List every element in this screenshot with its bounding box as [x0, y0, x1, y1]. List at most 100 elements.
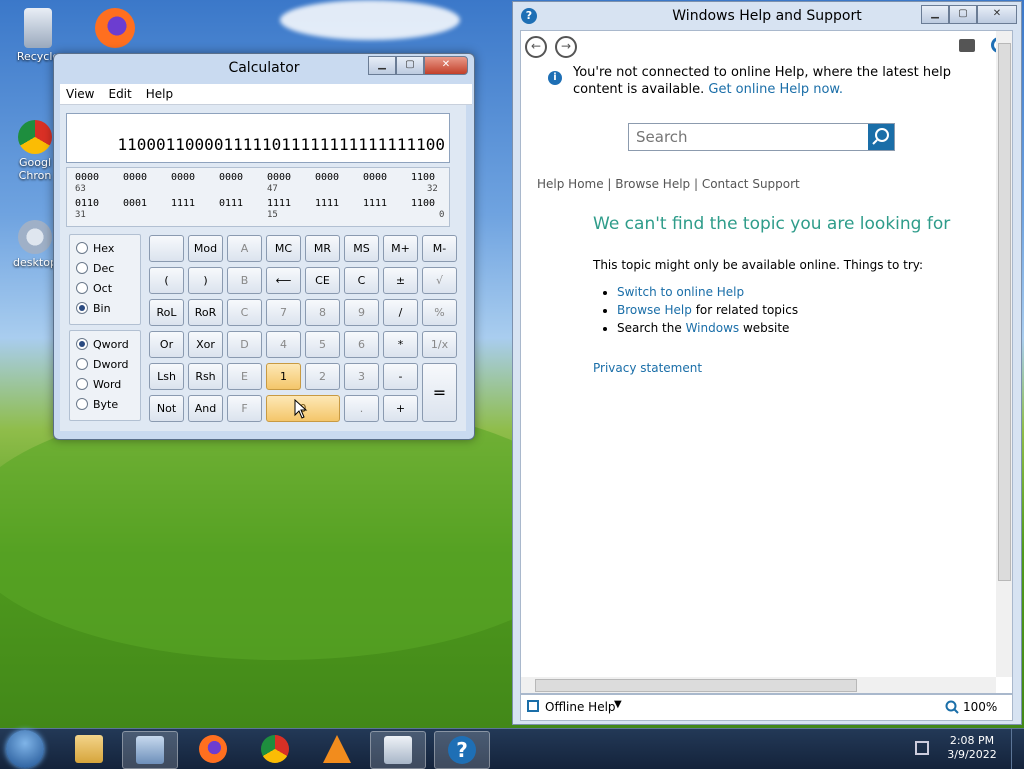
scrollbar-thumb[interactable] [998, 43, 1011, 581]
maximize-button[interactable]: ▢ [396, 56, 424, 75]
key-m-plus[interactable]: M+ [383, 235, 418, 262]
key-ms[interactable]: MS [344, 235, 379, 262]
help-nav[interactable]: Help Home | Browse Help | Contact Suppor… [537, 177, 800, 191]
menu-view[interactable]: View [66, 84, 94, 104]
key-plus[interactable]: + [383, 395, 418, 422]
key-7[interactable]: 7 [266, 299, 301, 326]
key-d[interactable]: D [227, 331, 262, 358]
horizontal-scrollbar[interactable] [521, 677, 996, 693]
key-ce[interactable]: CE [305, 267, 340, 294]
key-5[interactable]: 5 [305, 331, 340, 358]
radio-word[interactable]: Word [70, 374, 140, 394]
key-and[interactable]: And [188, 395, 223, 422]
zoom-level[interactable]: 100% [963, 700, 997, 714]
key-not[interactable]: Not [149, 395, 184, 422]
key-plus-minus[interactable]: ± [383, 267, 418, 294]
key-m-minus[interactable]: M- [422, 235, 457, 262]
privacy-statement-link[interactable]: Privacy statement [593, 361, 702, 375]
offline-help-dropdown[interactable]: Offline Help [545, 700, 616, 714]
key-mr[interactable]: MR [305, 235, 340, 262]
help-window[interactable]: ? Windows Help and Support ▁ ▢ ✕ ← → i Y… [512, 1, 1022, 725]
key-4[interactable]: 4 [266, 331, 301, 358]
mouse-cursor-icon [294, 399, 308, 419]
chevron-down-icon[interactable]: ▼ [614, 699, 622, 710]
taskbar-firefox[interactable] [186, 731, 240, 767]
radio-qword[interactable]: Qword [70, 334, 140, 354]
back-icon[interactable]: ← [525, 36, 547, 58]
key-lsh[interactable]: Lsh [149, 363, 184, 390]
print-icon[interactable] [959, 39, 975, 52]
taskbar-calculator[interactable] [370, 731, 426, 769]
key-sqrt[interactable]: √ [422, 267, 457, 294]
key-2[interactable]: 2 [305, 363, 340, 390]
menu-help[interactable]: Help [146, 84, 173, 104]
key-reciprocal[interactable]: 1/x [422, 331, 457, 358]
get-online-help-link[interactable]: Get online Help now. [708, 82, 843, 97]
switch-online-help-link[interactable]: Switch to online Help [617, 285, 744, 299]
show-desktop-button[interactable] [1011, 729, 1024, 769]
taskbar-help[interactable]: ? [434, 731, 490, 769]
radio-byte[interactable]: Byte [70, 394, 140, 414]
radio-oct[interactable]: Oct [70, 278, 140, 298]
key-blank[interactable] [149, 235, 184, 262]
minimize-button[interactable]: ▁ [368, 56, 396, 75]
key-1[interactable]: 1 [266, 363, 301, 390]
radio-dec[interactable]: Dec [70, 258, 140, 278]
vertical-scrollbar[interactable] [996, 31, 1012, 677]
list-item: Switch to online Help [617, 283, 798, 301]
maximize-button[interactable]: ▢ [949, 5, 977, 24]
key-c[interactable]: C [344, 267, 379, 294]
key-rsh[interactable]: Rsh [188, 363, 223, 390]
key-ror[interactable]: RoR [188, 299, 223, 326]
forward-icon[interactable]: → [555, 36, 577, 58]
windows-website-link[interactable]: Windows [686, 321, 740, 335]
calculator-window[interactable]: Calculator ▁ ▢ ✕ View Edit Help 11000110… [53, 53, 475, 440]
clock-time: 2:08 PM [949, 734, 995, 747]
start-button[interactable] [6, 730, 44, 768]
key-decimal[interactable]: . [344, 395, 379, 422]
scrollbar-thumb[interactable] [535, 679, 857, 692]
taskbar-explorer[interactable] [62, 731, 116, 767]
taskbar-control-panel[interactable] [122, 731, 178, 769]
key-backspace[interactable]: ⟵ [266, 267, 301, 294]
taskbar-chrome[interactable] [248, 731, 302, 767]
key-6[interactable]: 6 [344, 331, 379, 358]
key-equals[interactable]: = [422, 363, 457, 422]
key-xor[interactable]: Xor [188, 331, 223, 358]
key-f[interactable]: F [227, 395, 262, 422]
radio-dword[interactable]: Dword [70, 354, 140, 374]
radio-bin[interactable]: Bin [70, 298, 140, 318]
key-multiply[interactable]: * [383, 331, 418, 358]
key-or[interactable]: Or [149, 331, 184, 358]
key-b[interactable]: B [227, 267, 262, 294]
key-close-paren[interactable]: ) [188, 267, 223, 294]
browse-help-link[interactable]: Browse Help [617, 303, 692, 317]
menu-edit[interactable]: Edit [108, 84, 131, 104]
key-hex-c[interactable]: C [227, 299, 262, 326]
key-percent[interactable]: % [422, 299, 457, 326]
taskbar-vlc[interactable] [310, 731, 364, 767]
desktop-icon-firefox[interactable] [80, 8, 150, 50]
minimize-button[interactable]: ▁ [921, 5, 949, 24]
search-input[interactable] [629, 124, 868, 150]
zoom-icon[interactable] [945, 700, 959, 714]
system-clock[interactable]: 2:08 PM 3/9/2022 [942, 734, 1002, 762]
radio-hex[interactable]: Hex [70, 238, 140, 258]
key-8[interactable]: 8 [305, 299, 340, 326]
network-icon[interactable] [915, 741, 929, 755]
key-mod[interactable]: Mod [188, 235, 223, 262]
key-minus[interactable]: - [383, 363, 418, 390]
close-button[interactable]: ✕ [424, 56, 468, 75]
key-e[interactable]: E [227, 363, 262, 390]
close-button[interactable]: ✕ [977, 5, 1017, 24]
recycle-bin-icon [24, 8, 52, 48]
key-rol[interactable]: RoL [149, 299, 184, 326]
key-a[interactable]: A [227, 235, 262, 262]
key-mc[interactable]: MC [266, 235, 301, 262]
search-button[interactable] [868, 124, 894, 150]
key-divide[interactable]: / [383, 299, 418, 326]
key-3[interactable]: 3 [344, 363, 379, 390]
key-9[interactable]: 9 [344, 299, 379, 326]
display-value: 1100011000011111011111111111111100 [117, 135, 445, 154]
key-open-paren[interactable]: ( [149, 267, 184, 294]
